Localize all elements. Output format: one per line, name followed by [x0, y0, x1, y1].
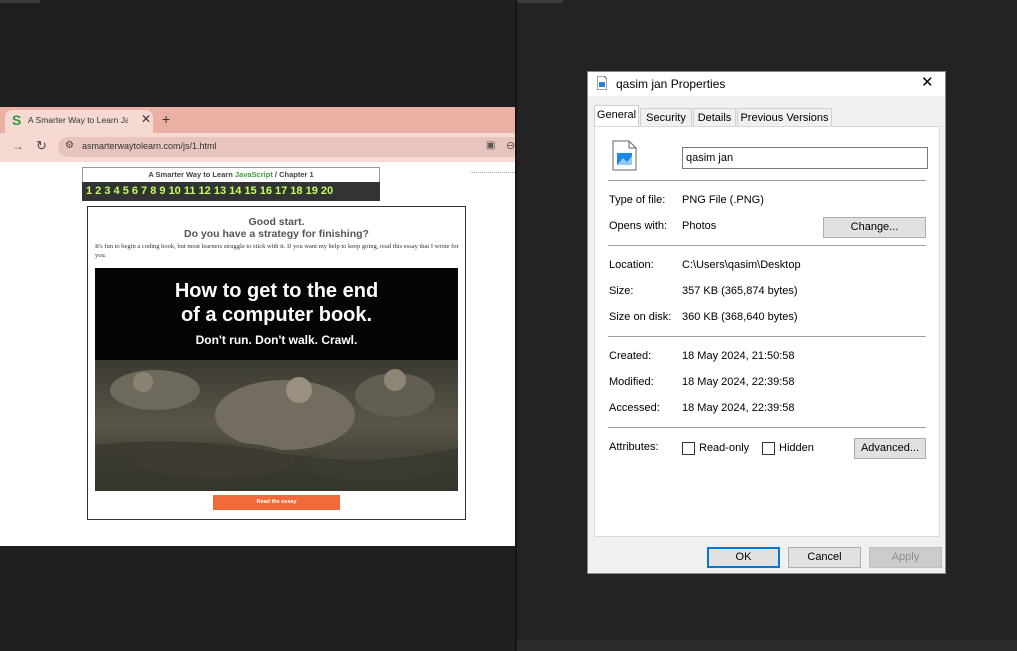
tab-details[interactable]: Details: [693, 108, 736, 127]
modified-label: Modified:: [609, 376, 654, 388]
png-file-icon: [612, 140, 637, 171]
type-label: Type of file:: [609, 194, 666, 206]
chapter-nav[interactable]: 1 2 3 4 5 6 7 8 9 10 11 12 13 14 15 16 1…: [82, 182, 380, 201]
browser-tab[interactable]: S A Smarter Way to Learn JavaScript ✕: [5, 110, 153, 133]
url-text: asmarterwaytolearn.com/js/1.html: [82, 141, 217, 151]
separator: [608, 245, 926, 246]
bottom-strip: [517, 640, 1017, 651]
read-essay-button[interactable]: Read the essay: [213, 495, 340, 510]
change-button[interactable]: Change...: [823, 217, 926, 238]
cast-off-icon[interactable]: ▣: [486, 140, 495, 151]
location-label: Location:: [609, 259, 654, 271]
read-only-checkbox[interactable]: [682, 442, 695, 455]
separator: [608, 336, 926, 337]
header-js-link[interactable]: JavaScript: [235, 170, 273, 179]
separator: [608, 427, 926, 428]
new-tab-icon[interactable]: +: [162, 111, 170, 127]
properties-dialog: qasim jan Properties ✕ General Security …: [587, 71, 946, 574]
size-value: 357 KB (365,874 bytes): [682, 285, 798, 297]
general-panel: qasim jan Type of file: PNG File (.PNG) …: [594, 126, 940, 537]
location-value: C:\Users\qasim\Desktop: [682, 259, 801, 271]
dotted-rule: [470, 172, 515, 174]
read-only-label[interactable]: Read-only: [699, 442, 749, 454]
attributes-label: Attributes:: [609, 441, 659, 453]
created-value: 18 May 2024, 21:50:58: [682, 350, 795, 362]
tab-previous-versions[interactable]: Previous Versions: [737, 108, 832, 127]
image-file-icon: [597, 76, 607, 90]
essay-heading-1: Good start.: [248, 216, 305, 228]
web-page: A Smarter Way to Learn JavaScript / Chap…: [0, 162, 515, 546]
essay-hero-image[interactable]: How to get to the end of a computer book…: [95, 268, 458, 491]
reload-icon[interactable]: ↻: [36, 138, 47, 154]
site-info-icon[interactable]: ⚙: [65, 140, 74, 151]
accessed-label: Accessed:: [609, 402, 660, 414]
taskbar-edge: [517, 0, 563, 3]
created-label: Created:: [609, 350, 652, 362]
address-bar[interactable]: ⚙ asmarterwaytolearn.com/js/1.html ▣ ⊖: [58, 137, 515, 157]
browser-toolbar: → ↻ ⚙ asmarterwaytolearn.com/js/1.html ▣…: [0, 133, 515, 162]
hero-line-3: Don't run. Don't walk. Crawl.: [195, 333, 358, 347]
hidden-label[interactable]: Hidden: [779, 442, 814, 454]
size-label: Size:: [609, 285, 634, 297]
dialog-title: qasim jan Properties: [616, 77, 726, 91]
size-on-disk-label: Size on disk:: [609, 311, 672, 323]
essay-heading-2: Do you have a strategy for finishing?: [184, 228, 369, 240]
tab-security[interactable]: Security: [640, 108, 692, 127]
hero-line-2: of a computer book.: [180, 304, 373, 326]
file-name-field[interactable]: qasim jan: [682, 147, 928, 169]
header-chapter: / Chapter 1: [272, 170, 314, 179]
hero-line-1: How to get to the end: [174, 280, 379, 302]
tab-title: A Smarter Way to Learn JavaScript: [28, 115, 128, 125]
modified-value: 18 May 2024, 22:39:58: [682, 376, 795, 388]
advanced-button[interactable]: Advanced...: [854, 438, 926, 459]
opens-with-value: Photos: [682, 220, 717, 232]
close-icon[interactable]: ✕: [921, 73, 934, 91]
accessed-value: 18 May 2024, 22:39:58: [682, 402, 795, 414]
tab-general[interactable]: General: [594, 105, 639, 126]
forward-arrow-icon[interactable]: →: [12, 139, 24, 153]
taskbar-edge: [0, 0, 40, 3]
size-on-disk-value: 360 KB (368,640 bytes): [682, 311, 798, 323]
site-favicon-icon: S: [12, 112, 22, 128]
header-prefix: A Smarter Way to Learn: [148, 170, 235, 179]
crawling-people-photo: [95, 360, 458, 491]
ok-button[interactable]: OK: [707, 547, 780, 568]
close-tab-icon[interactable]: ✕: [141, 112, 151, 126]
browser-window: S A Smarter Way to Learn JavaScript ✕ + …: [0, 107, 515, 546]
opens-with-label: Opens with:: [609, 220, 668, 232]
essay-promo-box: Good start. Do you have a strategy for f…: [87, 206, 466, 520]
book-header: A Smarter Way to Learn JavaScript / Chap…: [82, 167, 380, 183]
tab-bar: S A Smarter Way to Learn JavaScript ✕ +: [0, 107, 515, 133]
separator: [608, 180, 926, 181]
apply-button[interactable]: Apply: [869, 547, 942, 568]
dialog-titlebar[interactable]: qasim jan Properties ✕: [588, 72, 945, 96]
cancel-button[interactable]: Cancel: [788, 547, 861, 568]
zoom-icon[interactable]: ⊖: [506, 139, 515, 152]
type-value: PNG File (.PNG): [682, 194, 764, 206]
essay-intro-text: It's fun to begin a coding book, but mos…: [95, 243, 459, 259]
hidden-checkbox[interactable]: [762, 442, 775, 455]
